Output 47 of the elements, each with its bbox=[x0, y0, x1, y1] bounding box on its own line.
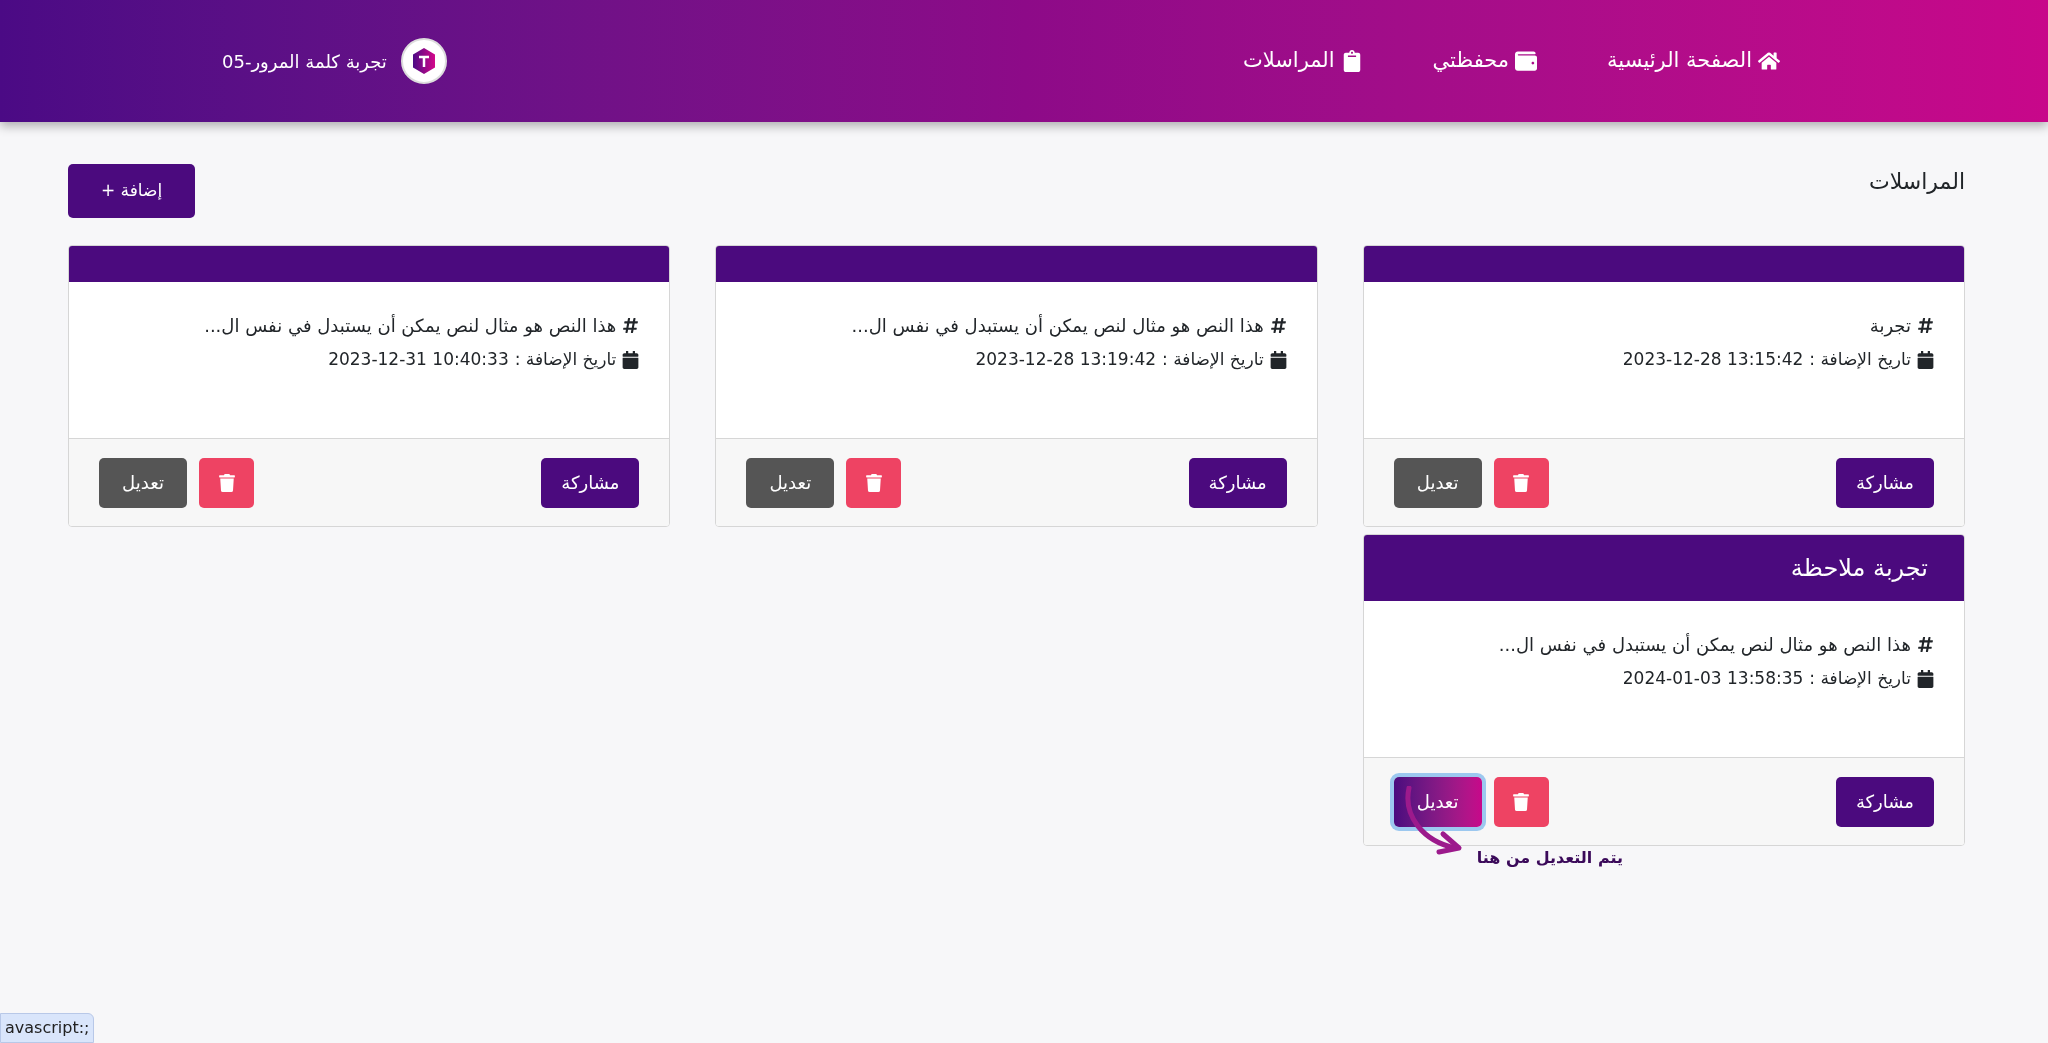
trash-icon bbox=[1513, 792, 1530, 811]
trash-icon bbox=[218, 473, 235, 492]
date-label: تاريخ الإضافة : bbox=[514, 348, 617, 372]
nav-link[interactable]: المراسلات bbox=[1242, 45, 1363, 77]
logo-icon bbox=[400, 38, 447, 84]
wallet-icon bbox=[1515, 50, 1538, 72]
delete-button[interactable] bbox=[1493, 776, 1549, 827]
hashtag-icon bbox=[1269, 317, 1287, 334]
note-text: تجربة bbox=[1869, 314, 1911, 339]
calendar-icon bbox=[1917, 669, 1934, 688]
date-text: 2023-12-28 13:15:42 bbox=[1622, 348, 1804, 371]
card-title: تجربة ملاحظة bbox=[1790, 553, 1928, 584]
calendar-icon bbox=[622, 350, 640, 369]
note-text: هذا النص هو مثال لنص يمكن أن يستبدل في نفس ال... bbox=[851, 313, 1264, 339]
nav-link[interactable]: محفظتي bbox=[1432, 45, 1538, 77]
edit-button[interactable]: تعديل bbox=[1393, 457, 1482, 508]
share-button[interactable]: مشاركة bbox=[1835, 776, 1934, 827]
delete-button[interactable] bbox=[1493, 457, 1549, 508]
share-button[interactable]: مشاركة bbox=[1188, 457, 1287, 508]
add-button[interactable]: إضافة + bbox=[68, 164, 195, 218]
note-text: هذا النص هو مثال لنص يمكن أن يستبدل في نفس ال... bbox=[204, 313, 617, 339]
edit-button[interactable]: تعديل bbox=[746, 457, 835, 508]
date-label: تاريخ الإضافة : bbox=[1809, 348, 1911, 372]
date-text: 2023-12-28 13:19:42 bbox=[975, 348, 1157, 371]
delete-button[interactable] bbox=[199, 457, 254, 508]
brand-name: تجربة كلمة المرور-05 bbox=[222, 49, 387, 75]
note-text: هذا النص هو مثال لنص يمكن أن يستبدل في نفس ال... bbox=[1498, 632, 1911, 658]
page-title: المراسلات bbox=[1868, 167, 1965, 196]
date-text: 2024-01-03 13:58:35 bbox=[1622, 667, 1804, 690]
date-label: تاريخ الإضافة : bbox=[1809, 667, 1911, 691]
date-text: 2023-12-31 10:40:33 bbox=[328, 348, 509, 371]
delete-button[interactable] bbox=[846, 457, 902, 508]
edit-button[interactable]: تعديل bbox=[99, 457, 187, 508]
share-button[interactable]: مشاركة bbox=[1835, 457, 1934, 508]
hashtag-icon bbox=[1917, 636, 1934, 653]
hashtag-icon bbox=[622, 317, 640, 334]
trash-icon bbox=[865, 473, 882, 492]
home-icon bbox=[1758, 50, 1780, 72]
trash-icon bbox=[1513, 473, 1530, 492]
share-button[interactable]: مشاركة bbox=[541, 457, 640, 508]
calendar-icon bbox=[1269, 350, 1287, 369]
annotation-text: يتم التعديل من هنا bbox=[1476, 847, 1623, 869]
nav-link[interactable]: الصفحة الرئيسية bbox=[1607, 45, 1780, 77]
calendar-icon bbox=[1917, 350, 1934, 369]
date-label: تاريخ الإضافة : bbox=[1162, 348, 1264, 372]
hashtag-icon bbox=[1917, 317, 1934, 334]
link-preview: avascript:; bbox=[0, 1013, 95, 1043]
